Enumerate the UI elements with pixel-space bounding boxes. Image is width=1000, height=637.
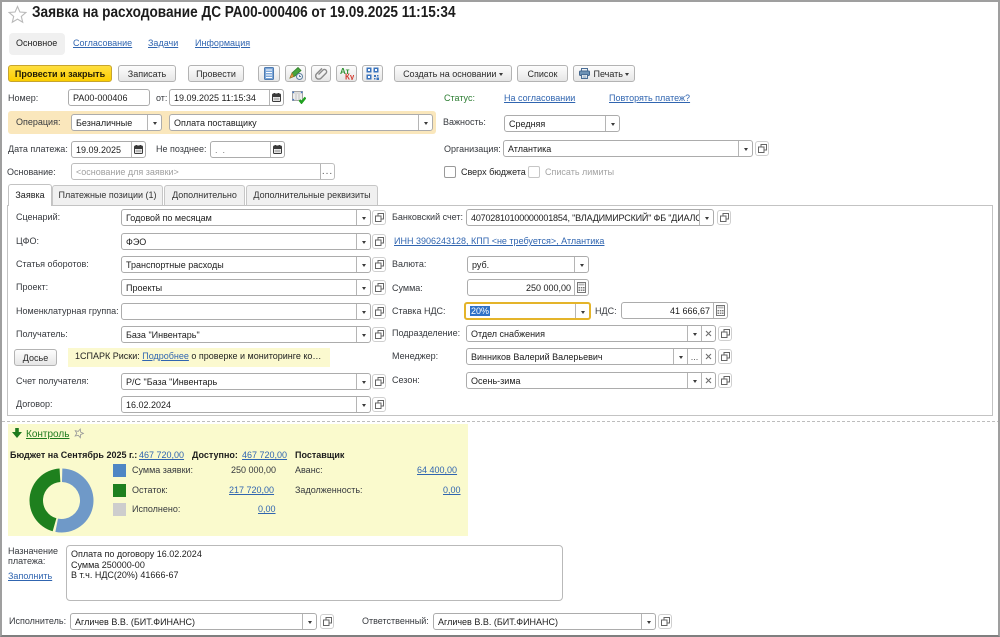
svg-text:Ку: Ку	[345, 73, 354, 81]
